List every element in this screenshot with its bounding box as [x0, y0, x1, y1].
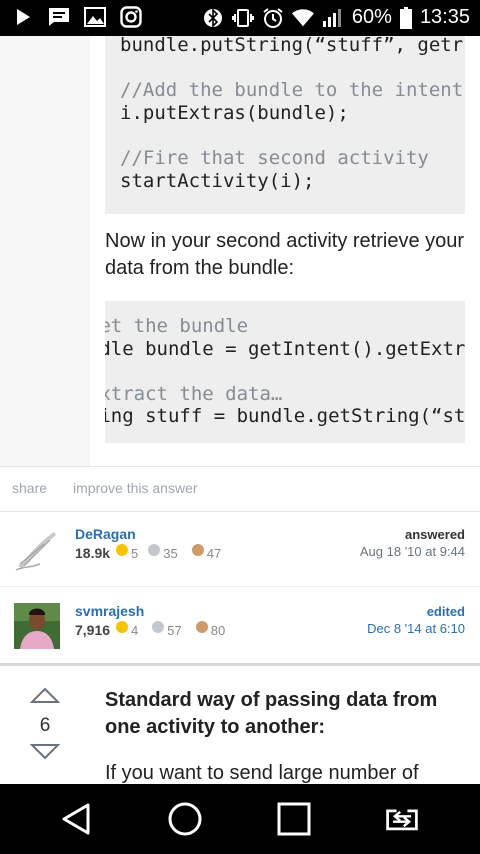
answer-heading: Standard way of passing data from one ac…: [105, 689, 438, 738]
bronze-badge-icon: [191, 544, 204, 556]
bluetooth-icon: [202, 7, 224, 29]
code-comment: //Add the bundle to the intent: [120, 79, 464, 102]
play-icon: [12, 6, 34, 28]
code-comment: //Get the bundle: [105, 315, 249, 337]
navigation-bar: [0, 784, 480, 854]
gold-badges: 5: [116, 544, 139, 561]
gold-badge-icon: [116, 544, 129, 556]
downvote-icon[interactable]: [29, 743, 61, 766]
silver-badge-icon: [148, 544, 161, 556]
screen-cast-icon[interactable]: [384, 801, 420, 837]
code-comment: //Extract the data…: [105, 382, 283, 405]
gold-badges: 4: [116, 621, 139, 638]
silver-badge-count: 57: [167, 622, 182, 638]
code-block-scrollable[interactable]: //Get the bundle Bundle bundle = getInte…: [105, 301, 465, 443]
bronze-badge-icon: [195, 621, 208, 633]
vote-controls: 6: [29, 686, 61, 766]
user-name[interactable]: DeRagan: [75, 526, 136, 542]
answer-gutter: [0, 36, 90, 466]
reputation-score: 18.9k: [75, 545, 111, 561]
vote-count: 6: [39, 715, 51, 736]
battery-percent: 60%: [351, 6, 392, 28]
code-line: Bundle bundle = getIntent().getExtras();: [105, 337, 465, 360]
silver-badge-count: 35: [163, 545, 178, 561]
code-line: String stuff = bundle.getString(“stuff”)…: [105, 405, 465, 428]
image-icon: [84, 6, 106, 28]
code-comment: //Fire that second activity: [120, 146, 429, 169]
reputation-score: 7,916: [75, 622, 111, 638]
avatar[interactable]: [14, 603, 60, 649]
vibrate-icon: [231, 7, 254, 29]
user-reputation: 18.9k 5 35 47: [75, 544, 222, 561]
editor-card: svmrajesh 7,916 4 57 80 edited Dec 8 '14…: [0, 591, 480, 663]
clock: 13:35: [419, 6, 470, 28]
improve-answer-link[interactable]: improve this answer: [73, 480, 198, 496]
status-bar: 60% 13:35: [0, 0, 480, 36]
recents-icon[interactable]: [276, 801, 312, 837]
alarm-icon: [262, 7, 284, 29]
battery-icon: [399, 6, 412, 29]
answer-body: If you want to send large number of: [105, 762, 419, 784]
user-reputation: 7,916 4 57 80: [75, 621, 226, 638]
answer-paragraph: Now in your second activity retrieve you…: [105, 230, 465, 279]
back-icon[interactable]: [58, 801, 94, 837]
silver-badge-icon: [152, 621, 165, 633]
edited-time[interactable]: Dec 8 '14 at 6:10: [367, 621, 465, 636]
answered-time[interactable]: Aug 18 '10 at 9:44: [360, 544, 465, 559]
answered-label: answered: [405, 527, 465, 542]
home-icon[interactable]: [167, 801, 203, 837]
avatar[interactable]: [14, 526, 60, 572]
divider: [0, 466, 480, 467]
page-content: bundle.putString(“stuff”, getr //Add the…: [0, 36, 480, 784]
code-line: bundle.putString(“stuff”, getr: [120, 36, 464, 56]
code-line: i.putExtras(bundle);: [120, 101, 349, 124]
gold-badge-icon: [116, 621, 129, 633]
upvote-icon[interactable]: [29, 686, 61, 709]
signal-icon: [322, 7, 344, 29]
wifi-icon: [291, 7, 314, 29]
silver-badges: 35: [148, 544, 178, 561]
answerer-card: DeRagan 18.9k 5 35 47 answered Aug 18 '1…: [0, 514, 480, 586]
bronze-badge-count: 80: [210, 622, 226, 638]
divider: [0, 586, 480, 587]
gold-badge-count: 4: [131, 622, 139, 638]
message-icon: [48, 6, 70, 28]
share-link[interactable]: share: [12, 480, 47, 496]
instagram-icon: [120, 6, 142, 28]
gold-badge-count: 5: [131, 545, 139, 561]
bronze-badges: 47: [191, 544, 222, 561]
silver-badges: 57: [152, 621, 182, 638]
code-block: bundle.putString(“stuff”, getr //Add the…: [105, 36, 465, 214]
user-name[interactable]: svmrajesh: [75, 603, 144, 619]
post-actions: share improve this answer: [12, 480, 198, 496]
bronze-badges: 80: [195, 621, 226, 638]
divider: [0, 511, 480, 512]
bronze-badge-count: 47: [206, 545, 222, 561]
answer-divider: [0, 663, 480, 666]
code-line: startActivity(i);: [120, 169, 315, 192]
edited-label[interactable]: edited: [427, 604, 465, 619]
